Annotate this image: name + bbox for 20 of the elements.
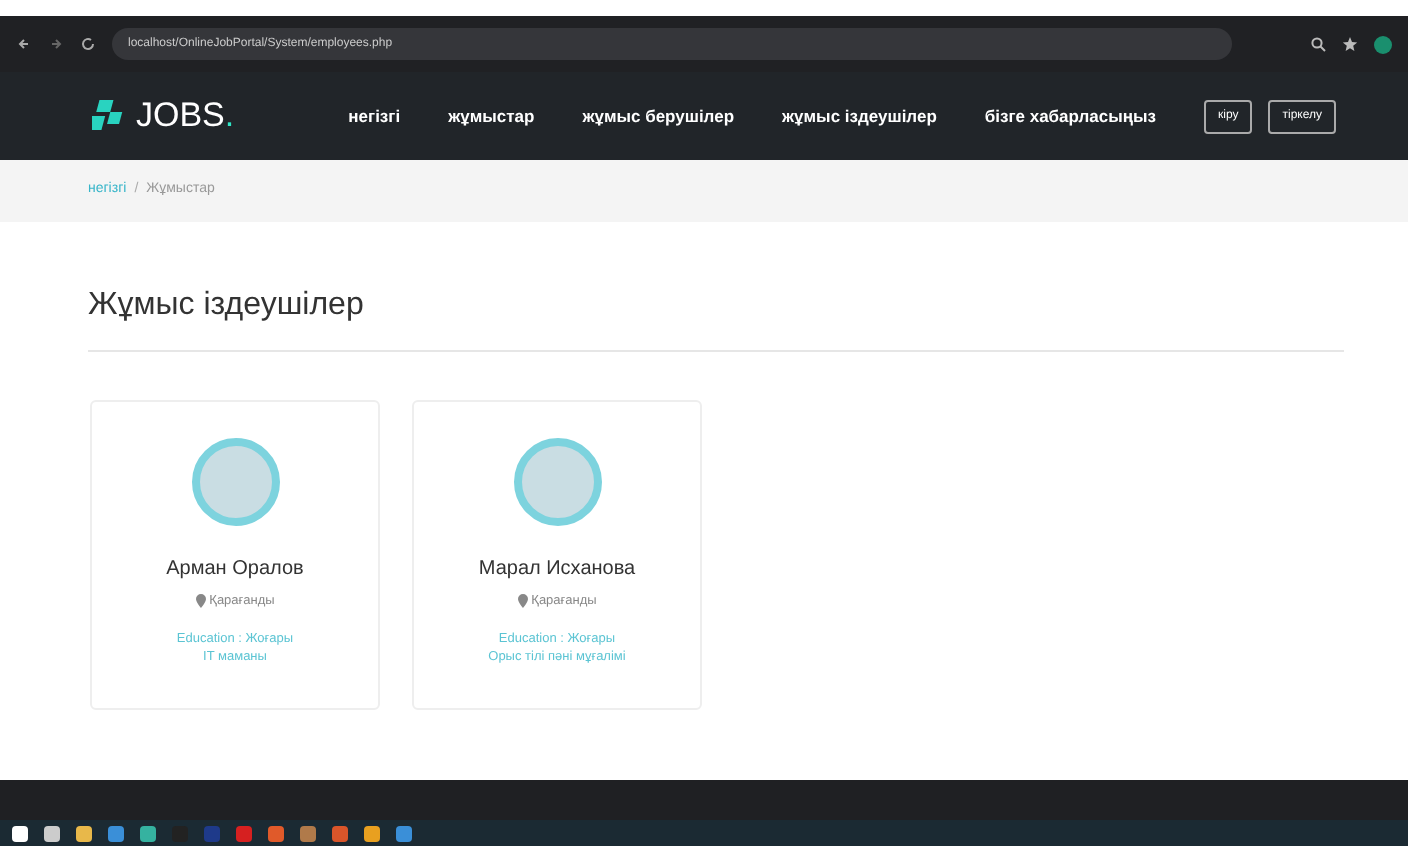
- search-icon[interactable]: [1310, 36, 1326, 52]
- nav-link[interactable]: жұмыс берушілер: [582, 103, 735, 129]
- person-name: Марал Исханова: [476, 556, 638, 584]
- location-pin-icon: [195, 593, 206, 608]
- forward-icon[interactable]: [48, 36, 64, 52]
- star-icon[interactable]: [1342, 36, 1358, 52]
- nav-link[interactable]: жұмыстар: [448, 103, 535, 129]
- logo-icon: [92, 98, 128, 134]
- location-pin-icon: [517, 593, 528, 608]
- reload-icon[interactable]: [80, 36, 96, 52]
- page-heading: Жұмыс іздеушілер: [86, 286, 366, 326]
- avatar-placeholder: [191, 438, 279, 526]
- nav-link[interactable]: жұмыс іздеушілер: [782, 103, 937, 129]
- avatar-placeholder: [513, 438, 601, 526]
- profile-icon[interactable]: [1374, 35, 1392, 53]
- back-icon[interactable]: [16, 36, 32, 52]
- brand-name[interactable]: JOBS.: [136, 90, 235, 142]
- person-name: Арман Оралов: [164, 556, 306, 584]
- nav-link[interactable]: негізгі: [348, 103, 401, 129]
- nav-link[interactable]: бізге хабарласыңыз: [984, 103, 1157, 129]
